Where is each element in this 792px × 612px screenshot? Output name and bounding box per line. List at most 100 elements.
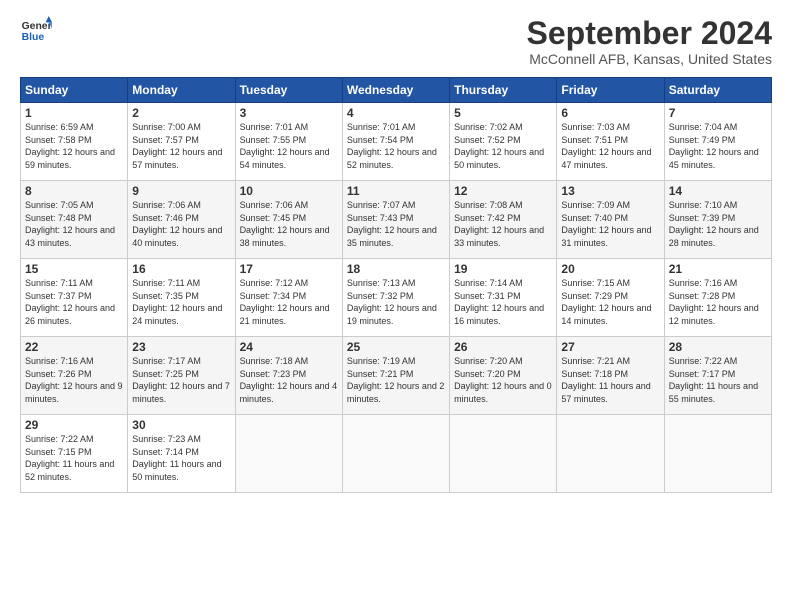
- calendar-cell: 4 Sunrise: 7:01 AMSunset: 7:54 PMDayligh…: [342, 103, 449, 181]
- day-number: 24: [240, 340, 338, 354]
- day-number: 23: [132, 340, 230, 354]
- location: McConnell AFB, Kansas, United States: [527, 51, 772, 67]
- day-number: 13: [561, 184, 659, 198]
- logo: General Blue: [20, 16, 52, 44]
- day-number: 18: [347, 262, 445, 276]
- day-header: Sunday: [21, 78, 128, 103]
- calendar-cell: 13 Sunrise: 7:09 AMSunset: 7:40 PMDaylig…: [557, 181, 664, 259]
- calendar-cell: 19 Sunrise: 7:14 AMSunset: 7:31 PMDaylig…: [450, 259, 557, 337]
- calendar-cell: [235, 415, 342, 493]
- calendar-cell: 15 Sunrise: 7:11 AMSunset: 7:37 PMDaylig…: [21, 259, 128, 337]
- day-number: 9: [132, 184, 230, 198]
- day-number: 28: [669, 340, 767, 354]
- day-info: Sunrise: 6:59 AMSunset: 7:58 PMDaylight:…: [25, 121, 123, 171]
- day-info: Sunrise: 7:19 AMSunset: 7:21 PMDaylight:…: [347, 355, 445, 405]
- calendar-cell: 27 Sunrise: 7:21 AMSunset: 7:18 PMDaylig…: [557, 337, 664, 415]
- calendar-cell: 18 Sunrise: 7:13 AMSunset: 7:32 PMDaylig…: [342, 259, 449, 337]
- day-info: Sunrise: 7:11 AMSunset: 7:37 PMDaylight:…: [25, 277, 123, 327]
- day-number: 4: [347, 106, 445, 120]
- svg-text:Blue: Blue: [22, 32, 45, 43]
- title-block: September 2024 McConnell AFB, Kansas, Un…: [527, 16, 772, 67]
- day-number: 21: [669, 262, 767, 276]
- day-info: Sunrise: 7:04 AMSunset: 7:49 PMDaylight:…: [669, 121, 767, 171]
- day-info: Sunrise: 7:06 AMSunset: 7:45 PMDaylight:…: [240, 199, 338, 249]
- day-info: Sunrise: 7:23 AMSunset: 7:14 PMDaylight:…: [132, 433, 230, 483]
- day-number: 30: [132, 418, 230, 432]
- month-title: September 2024: [527, 16, 772, 51]
- calendar-cell: 30 Sunrise: 7:23 AMSunset: 7:14 PMDaylig…: [128, 415, 235, 493]
- day-header: Wednesday: [342, 78, 449, 103]
- day-info: Sunrise: 7:03 AMSunset: 7:51 PMDaylight:…: [561, 121, 659, 171]
- day-info: Sunrise: 7:21 AMSunset: 7:18 PMDaylight:…: [561, 355, 659, 405]
- calendar-cell: [664, 415, 771, 493]
- day-info: Sunrise: 7:08 AMSunset: 7:42 PMDaylight:…: [454, 199, 552, 249]
- day-number: 12: [454, 184, 552, 198]
- day-info: Sunrise: 7:02 AMSunset: 7:52 PMDaylight:…: [454, 121, 552, 171]
- day-number: 19: [454, 262, 552, 276]
- day-number: 11: [347, 184, 445, 198]
- day-info: Sunrise: 7:01 AMSunset: 7:55 PMDaylight:…: [240, 121, 338, 171]
- day-info: Sunrise: 7:01 AMSunset: 7:54 PMDaylight:…: [347, 121, 445, 171]
- day-header: Friday: [557, 78, 664, 103]
- day-info: Sunrise: 7:11 AMSunset: 7:35 PMDaylight:…: [132, 277, 230, 327]
- day-header: Tuesday: [235, 78, 342, 103]
- day-info: Sunrise: 7:12 AMSunset: 7:34 PMDaylight:…: [240, 277, 338, 327]
- day-number: 15: [25, 262, 123, 276]
- day-info: Sunrise: 7:05 AMSunset: 7:48 PMDaylight:…: [25, 199, 123, 249]
- calendar-cell: 6 Sunrise: 7:03 AMSunset: 7:51 PMDayligh…: [557, 103, 664, 181]
- day-info: Sunrise: 7:00 AMSunset: 7:57 PMDaylight:…: [132, 121, 230, 171]
- day-info: Sunrise: 7:15 AMSunset: 7:29 PMDaylight:…: [561, 277, 659, 327]
- calendar-cell: 22 Sunrise: 7:16 AMSunset: 7:26 PMDaylig…: [21, 337, 128, 415]
- day-number: 25: [347, 340, 445, 354]
- day-info: Sunrise: 7:16 AMSunset: 7:26 PMDaylight:…: [25, 355, 123, 405]
- day-number: 1: [25, 106, 123, 120]
- day-number: 29: [25, 418, 123, 432]
- day-number: 20: [561, 262, 659, 276]
- calendar-cell: 23 Sunrise: 7:17 AMSunset: 7:25 PMDaylig…: [128, 337, 235, 415]
- calendar-cell: 16 Sunrise: 7:11 AMSunset: 7:35 PMDaylig…: [128, 259, 235, 337]
- calendar-cell: 3 Sunrise: 7:01 AMSunset: 7:55 PMDayligh…: [235, 103, 342, 181]
- calendar-cell: 20 Sunrise: 7:15 AMSunset: 7:29 PMDaylig…: [557, 259, 664, 337]
- calendar-cell: [450, 415, 557, 493]
- day-number: 27: [561, 340, 659, 354]
- svg-text:General: General: [22, 21, 52, 32]
- calendar-cell: 25 Sunrise: 7:19 AMSunset: 7:21 PMDaylig…: [342, 337, 449, 415]
- day-number: 17: [240, 262, 338, 276]
- calendar-cell: 29 Sunrise: 7:22 AMSunset: 7:15 PMDaylig…: [21, 415, 128, 493]
- calendar-cell: 8 Sunrise: 7:05 AMSunset: 7:48 PMDayligh…: [21, 181, 128, 259]
- calendar-cell: 10 Sunrise: 7:06 AMSunset: 7:45 PMDaylig…: [235, 181, 342, 259]
- day-number: 7: [669, 106, 767, 120]
- day-number: 14: [669, 184, 767, 198]
- calendar-cell: 1 Sunrise: 6:59 AMSunset: 7:58 PMDayligh…: [21, 103, 128, 181]
- day-info: Sunrise: 7:13 AMSunset: 7:32 PMDaylight:…: [347, 277, 445, 327]
- calendar-cell: 12 Sunrise: 7:08 AMSunset: 7:42 PMDaylig…: [450, 181, 557, 259]
- day-info: Sunrise: 7:07 AMSunset: 7:43 PMDaylight:…: [347, 199, 445, 249]
- day-info: Sunrise: 7:06 AMSunset: 7:46 PMDaylight:…: [132, 199, 230, 249]
- day-info: Sunrise: 7:14 AMSunset: 7:31 PMDaylight:…: [454, 277, 552, 327]
- day-number: 16: [132, 262, 230, 276]
- calendar-cell: 24 Sunrise: 7:18 AMSunset: 7:23 PMDaylig…: [235, 337, 342, 415]
- calendar-cell: [342, 415, 449, 493]
- day-info: Sunrise: 7:20 AMSunset: 7:20 PMDaylight:…: [454, 355, 552, 405]
- day-info: Sunrise: 7:22 AMSunset: 7:15 PMDaylight:…: [25, 433, 123, 483]
- calendar-cell: 14 Sunrise: 7:10 AMSunset: 7:39 PMDaylig…: [664, 181, 771, 259]
- day-number: 5: [454, 106, 552, 120]
- day-info: Sunrise: 7:09 AMSunset: 7:40 PMDaylight:…: [561, 199, 659, 249]
- calendar-cell: 2 Sunrise: 7:00 AMSunset: 7:57 PMDayligh…: [128, 103, 235, 181]
- calendar-cell: 26 Sunrise: 7:20 AMSunset: 7:20 PMDaylig…: [450, 337, 557, 415]
- calendar-cell: 17 Sunrise: 7:12 AMSunset: 7:34 PMDaylig…: [235, 259, 342, 337]
- day-number: 26: [454, 340, 552, 354]
- day-header: Thursday: [450, 78, 557, 103]
- day-info: Sunrise: 7:10 AMSunset: 7:39 PMDaylight:…: [669, 199, 767, 249]
- day-number: 8: [25, 184, 123, 198]
- day-info: Sunrise: 7:17 AMSunset: 7:25 PMDaylight:…: [132, 355, 230, 405]
- calendar-cell: 5 Sunrise: 7:02 AMSunset: 7:52 PMDayligh…: [450, 103, 557, 181]
- calendar-cell: 28 Sunrise: 7:22 AMSunset: 7:17 PMDaylig…: [664, 337, 771, 415]
- day-info: Sunrise: 7:22 AMSunset: 7:17 PMDaylight:…: [669, 355, 767, 405]
- day-info: Sunrise: 7:18 AMSunset: 7:23 PMDaylight:…: [240, 355, 338, 405]
- day-header: Saturday: [664, 78, 771, 103]
- day-number: 3: [240, 106, 338, 120]
- day-header: Monday: [128, 78, 235, 103]
- calendar-cell: [557, 415, 664, 493]
- calendar-cell: 11 Sunrise: 7:07 AMSunset: 7:43 PMDaylig…: [342, 181, 449, 259]
